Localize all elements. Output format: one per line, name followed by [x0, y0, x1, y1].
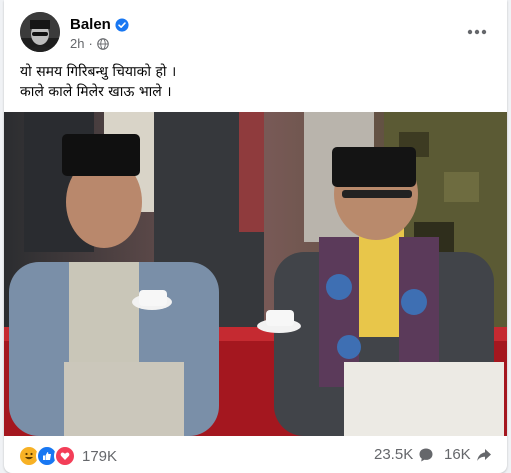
comments-count: 23.5K — [374, 446, 414, 463]
author-name-row: Balen — [70, 16, 129, 33]
meta-separator: · — [88, 36, 93, 51]
verified-badge-icon — [115, 17, 129, 32]
post-footer: 179K 23.5K 16K — [4, 436, 507, 473]
post-meta: 2h · — [70, 36, 109, 51]
comments-stat[interactable]: 23.5K — [374, 446, 434, 463]
author-name[interactable]: Balen — [70, 16, 111, 33]
reactions-summary[interactable]: 179K — [18, 445, 117, 467]
post-time[interactable]: 2h — [70, 36, 84, 51]
love-reaction-icon — [54, 445, 76, 467]
author-avatar[interactable] — [20, 12, 60, 52]
globe-icon — [97, 37, 109, 50]
comment-icon — [419, 448, 433, 461]
post-photo[interactable] — [4, 112, 507, 436]
post-card: Balen 2h · यो समय गिरिबन्धु चियाको हो । … — [4, 0, 507, 473]
post-caption: यो समय गिरिबन्धु चियाको हो । काले काले म… — [20, 62, 490, 102]
shares-stat[interactable]: 16K — [444, 446, 492, 463]
more-horizontal-icon — [467, 29, 487, 35]
caption-line-1: यो समय गिरिबन्धु चियाको हो । — [20, 64, 177, 80]
share-icon — [476, 448, 491, 461]
avatar-image — [20, 12, 60, 52]
photo-image — [4, 112, 507, 436]
caption-line-2: काले काले मिलेर खाऊ भाले । — [20, 84, 172, 100]
post-header: Balen 2h · — [4, 8, 507, 56]
reactions-count: 179K — [82, 447, 118, 465]
more-options-button[interactable] — [461, 16, 493, 48]
shares-count: 16K — [444, 446, 471, 463]
